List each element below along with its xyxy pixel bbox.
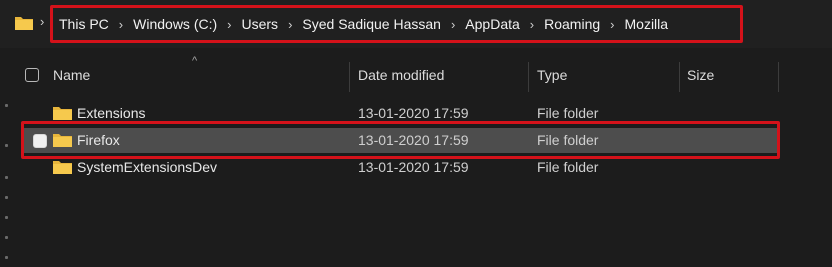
column-name[interactable]: Name bbox=[53, 67, 90, 83]
column-divider[interactable] bbox=[778, 62, 779, 92]
file-type: File folder bbox=[537, 159, 599, 175]
chevron-right-icon[interactable]: › bbox=[40, 14, 44, 29]
highlight-box-row bbox=[21, 121, 780, 159]
file-date: 13-01-2020 17:59 bbox=[358, 159, 469, 175]
file-type: File folder bbox=[537, 105, 599, 121]
file-date: 13-01-2020 17:59 bbox=[358, 105, 469, 121]
column-date-modified[interactable]: Date modified bbox=[358, 67, 444, 83]
folder-icon bbox=[15, 17, 33, 30]
column-divider[interactable] bbox=[349, 62, 350, 92]
column-type[interactable]: Type bbox=[537, 67, 567, 83]
select-all-checkbox[interactable] bbox=[25, 68, 39, 82]
column-divider[interactable] bbox=[528, 62, 529, 92]
navigation-pane-edge[interactable] bbox=[0, 48, 12, 267]
column-header: ^ Name Date modified Type Size bbox=[12, 48, 832, 95]
column-divider[interactable] bbox=[679, 62, 680, 92]
folder-icon bbox=[53, 107, 72, 120]
address-bar[interactable]: › This PC › Windows (C:) › Users › Syed … bbox=[0, 0, 832, 48]
file-row-systemextensionsdev[interactable]: SystemExtensionsDev 13-01-2020 17:59 Fil… bbox=[23, 155, 778, 180]
sort-ascending-icon: ^ bbox=[192, 55, 198, 67]
file-name[interactable]: Extensions bbox=[77, 105, 145, 121]
column-size[interactable]: Size bbox=[687, 67, 714, 83]
folder-icon bbox=[53, 161, 72, 174]
highlight-box-address bbox=[50, 5, 743, 43]
file-name[interactable]: SystemExtensionsDev bbox=[77, 159, 217, 175]
